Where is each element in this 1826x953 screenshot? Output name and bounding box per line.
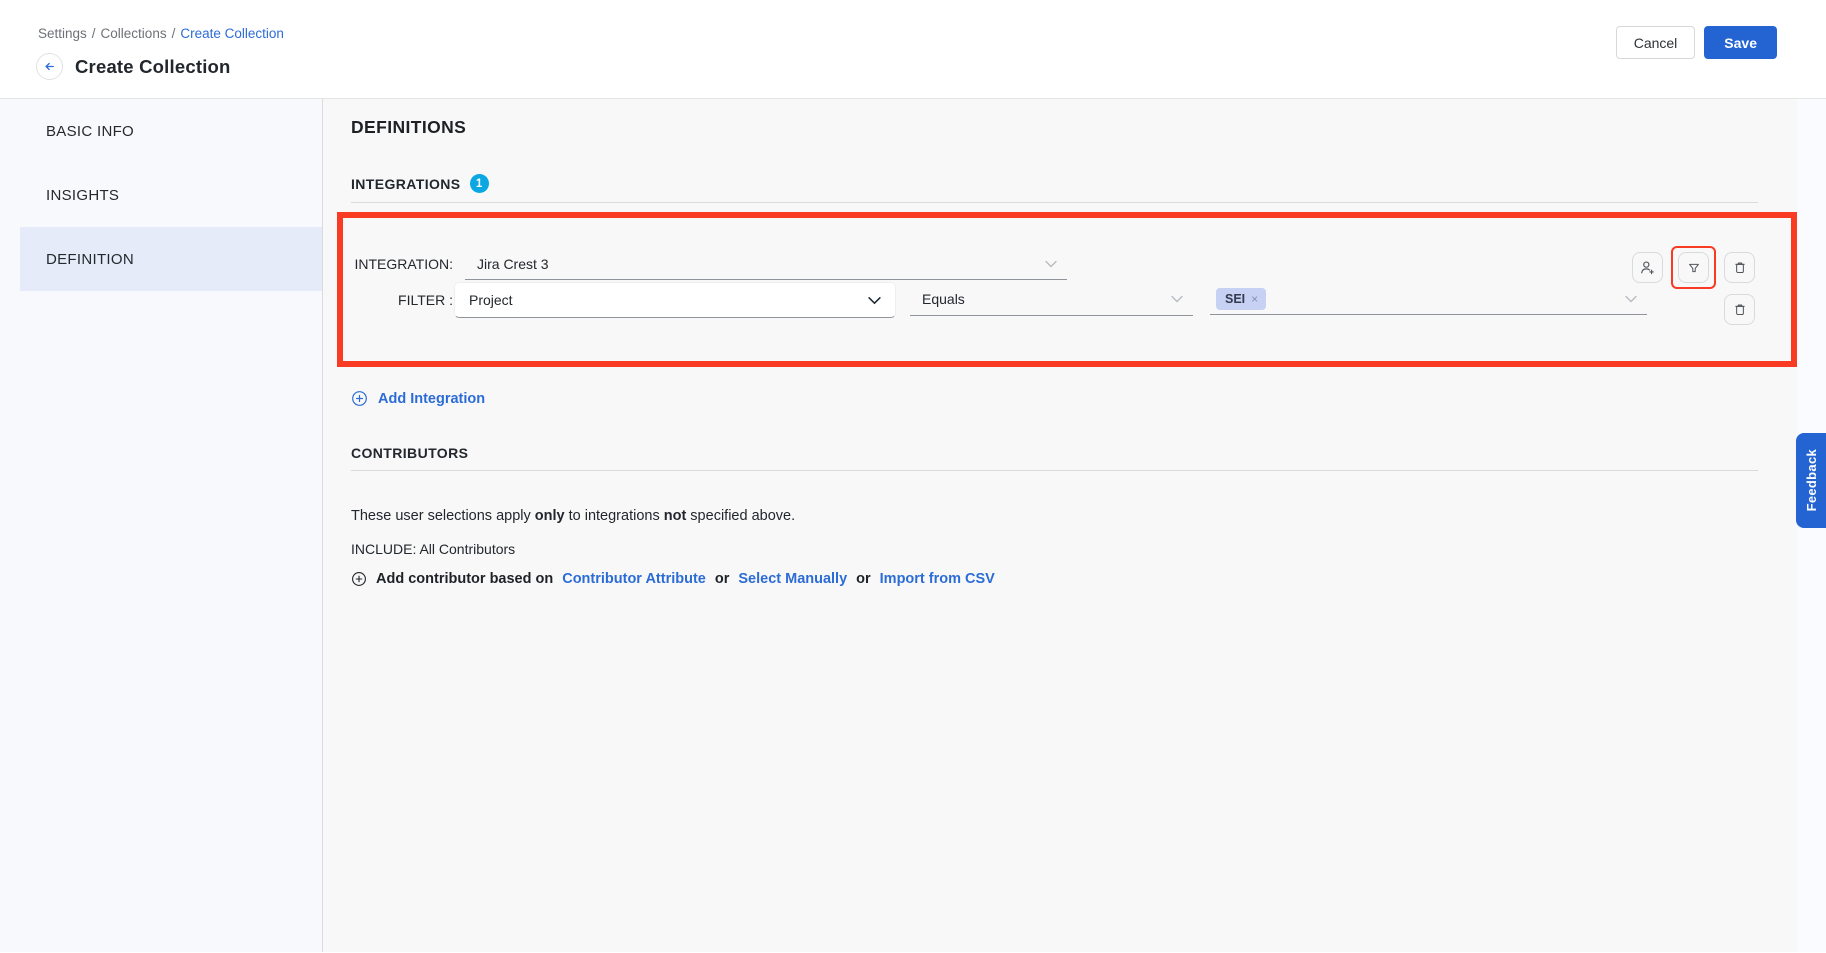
contributor-attribute-link[interactable]: Contributor Attribute — [562, 571, 706, 587]
title-row: Create Collection — [36, 53, 231, 80]
add-contributor-prefix: Add contributor based on — [376, 571, 553, 587]
back-button[interactable] — [36, 53, 63, 80]
import-from-csv-link[interactable]: Import from CSV — [880, 571, 995, 587]
chevron-down-icon — [1045, 260, 1057, 268]
chevron-down-icon — [868, 296, 881, 305]
integration-actions — [1632, 252, 1755, 283]
note-text: specified above. — [686, 508, 795, 524]
filter-button-highlight — [1671, 246, 1716, 289]
filter-operator-select[interactable]: Equals — [910, 285, 1193, 316]
filter-values-select[interactable]: SEI × — [1210, 285, 1647, 315]
include-line: INCLUDE: All Contributors — [351, 541, 1826, 557]
breadcrumb-current[interactable]: Create Collection — [180, 26, 284, 41]
section-divider — [351, 202, 1758, 203]
back-arrow-icon — [42, 59, 57, 74]
breadcrumb-separator: / — [172, 26, 176, 41]
integration-row: INTEGRATION: Jira Crest 3 — [343, 250, 1791, 280]
page-header: Settings / Collections / Create Collection C… — [0, 0, 1826, 99]
section-divider — [351, 470, 1758, 471]
filter-row: FILTER : Project Equals — [343, 282, 1791, 318]
settings-sidebar: BASIC INFO INSIGHTS DEFINITION — [0, 99, 323, 952]
contributors-note: These user selections apply only to inte… — [351, 508, 1826, 524]
select-manually-link[interactable]: Select Manually — [738, 571, 847, 587]
value-chip-sei: SEI × — [1216, 288, 1266, 310]
trash-icon — [1732, 260, 1748, 276]
conjunction: or — [715, 571, 730, 587]
integrations-count-badge: 1 — [470, 174, 489, 193]
integration-field-label: INTEGRATION: — [343, 256, 453, 280]
feedback-tab[interactable]: Feedback — [1796, 433, 1826, 528]
add-integration-link[interactable]: Add Integration — [351, 390, 485, 407]
note-bold: only — [535, 508, 565, 524]
header-actions: Cancel Save — [1616, 26, 1777, 59]
filter-field-label: FILTER : — [343, 292, 453, 308]
plus-circle-icon — [351, 571, 367, 587]
integration-row-highlight: INTEGRATION: Jira Crest 3 FILTER : Proje… — [337, 212, 1797, 367]
integration-select[interactable]: Jira Crest 3 — [465, 250, 1067, 280]
integrations-label: INTEGRATIONS — [351, 176, 461, 192]
filter-operator-value: Equals — [922, 291, 965, 307]
integrations-section-header: INTEGRATIONS 1 — [351, 174, 1826, 193]
sidebar-item-basic-info[interactable]: BASIC INFO — [0, 99, 322, 163]
page-title: Create Collection — [75, 56, 231, 78]
filter-field-value: Project — [469, 292, 513, 308]
chevron-down-icon — [1625, 295, 1637, 303]
contributors-label: CONTRIBUTORS — [351, 445, 468, 461]
chevron-down-icon — [1171, 295, 1183, 303]
create-collection-page: Settings / Collections / Create Collection C… — [0, 0, 1826, 953]
add-user-icon — [1639, 259, 1656, 276]
filter-funnel-icon — [1686, 260, 1702, 276]
note-bold: not — [664, 508, 687, 524]
trash-icon — [1732, 302, 1748, 318]
add-integration-label: Add Integration — [378, 391, 485, 407]
filter-button[interactable] — [1678, 252, 1709, 283]
contributors-section-header: CONTRIBUTORS — [351, 445, 1826, 461]
plus-circle-icon — [351, 390, 368, 407]
filter-field-select[interactable]: Project — [454, 282, 896, 318]
breadcrumb-collections[interactable]: Collections — [101, 26, 167, 41]
breadcrumb: Settings / Collections / Create Collection — [38, 26, 284, 41]
add-contributor-row: Add contributor based on Contributor Att… — [351, 571, 1826, 587]
sidebar-item-definition[interactable]: DEFINITION — [20, 227, 322, 291]
conjunction: or — [856, 571, 871, 587]
delete-filter-button[interactable] — [1724, 294, 1755, 325]
chip-label: SEI — [1225, 292, 1245, 306]
close-icon[interactable]: × — [1251, 292, 1258, 306]
delete-integration-button[interactable] — [1724, 252, 1755, 283]
manage-contributors-button[interactable] — [1632, 252, 1663, 283]
definitions-heading: DEFINITIONS — [351, 99, 1826, 138]
breadcrumb-settings[interactable]: Settings — [38, 26, 87, 41]
feedback-tab-label: Feedback — [1804, 449, 1819, 511]
breadcrumb-separator: / — [92, 26, 96, 41]
sidebar-item-insights[interactable]: INSIGHTS — [0, 163, 322, 227]
save-button[interactable]: Save — [1704, 26, 1777, 59]
integration-select-value: Jira Crest 3 — [477, 256, 549, 272]
note-text: to integrations — [565, 508, 664, 524]
cancel-button[interactable]: Cancel — [1616, 26, 1696, 59]
note-text: These user selections apply — [351, 508, 535, 524]
main-content: DEFINITIONS INTEGRATIONS 1 INTEGRATION: … — [323, 99, 1826, 952]
